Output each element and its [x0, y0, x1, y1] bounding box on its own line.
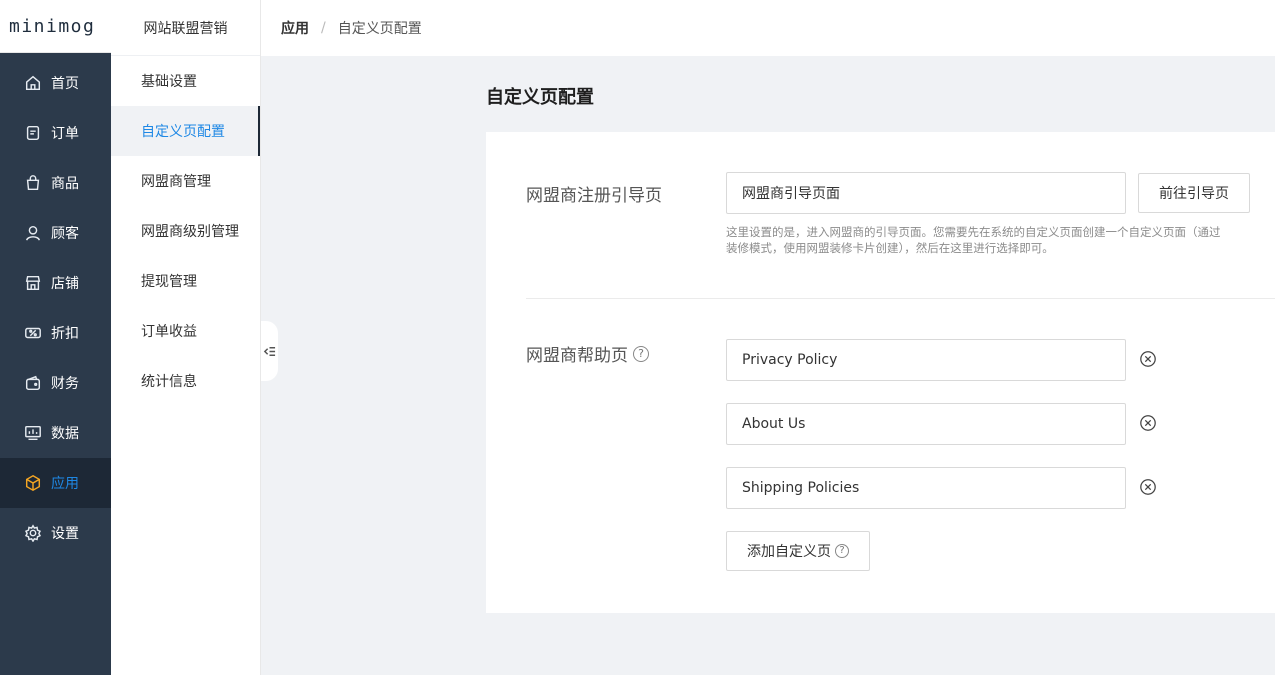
- nav-label: 商品: [51, 176, 79, 192]
- nav-label: 首页: [51, 76, 79, 92]
- logo-text: minimog: [9, 15, 96, 37]
- help-page-label-text: 网盟商帮助页: [526, 346, 628, 366]
- register-page-label-text: 网盟商注册引导页: [526, 186, 662, 206]
- order-icon: [23, 123, 43, 143]
- help-page-input-2[interactable]: [726, 403, 1126, 445]
- submenu-list: 基础设置 自定义页配置 网盟商管理 网盟商级别管理 提现管理 订单收益 统计信息: [111, 56, 260, 406]
- remove-circle-icon[interactable]: [1138, 477, 1158, 497]
- register-page-label: 网盟商注册引导页: [526, 181, 662, 206]
- cube-icon: [23, 473, 43, 493]
- submenu-item-withdrawal-management[interactable]: 提现管理: [111, 256, 260, 306]
- submenu-item-basic-settings[interactable]: 基础设置: [111, 56, 260, 106]
- nav-label: 订单: [51, 126, 79, 142]
- nav-label: 店铺: [51, 276, 79, 292]
- wallet-icon: [23, 373, 43, 393]
- main-sidebar: minimog 首页 订单 商品 顾客 店铺 折扣 财务 数据 应用 设置: [0, 0, 111, 675]
- add-custom-page-button[interactable]: 添加自定义页 ?: [726, 531, 870, 571]
- add-custom-page-label: 添加自定义页: [747, 544, 831, 560]
- nav-item-data[interactable]: 数据: [0, 408, 111, 458]
- chart-icon: [23, 423, 43, 443]
- home-icon: [23, 73, 43, 93]
- submenu-item-affiliate-management[interactable]: 网盟商管理: [111, 156, 260, 206]
- nav-label: 折扣: [51, 326, 79, 342]
- submenu-item-affiliate-level-management[interactable]: 网盟商级别管理: [111, 206, 260, 256]
- collapse-icon: [263, 346, 276, 356]
- nav-item-home[interactable]: 首页: [0, 58, 111, 108]
- nav-item-discount[interactable]: 折扣: [0, 308, 111, 358]
- question-icon[interactable]: ?: [633, 345, 649, 362]
- store-icon: [23, 273, 43, 293]
- bag-icon: [23, 173, 43, 193]
- main-nav: 首页 订单 商品 顾客 店铺 折扣 财务 数据 应用 设置: [0, 53, 111, 558]
- nav-item-apps[interactable]: 应用: [0, 458, 111, 508]
- nav-item-products[interactable]: 商品: [0, 158, 111, 208]
- help-page-input-3[interactable]: [726, 467, 1126, 509]
- top-header: 应用 / 自定义页配置: [261, 0, 1275, 56]
- secondary-menu: 网站联盟营销 基础设置 自定义页配置 网盟商管理 网盟商级别管理 提现管理 订单…: [111, 0, 261, 675]
- collapse-menu-button[interactable]: [261, 321, 278, 381]
- nav-label: 顾客: [51, 226, 79, 242]
- nav-item-settings[interactable]: 设置: [0, 508, 111, 558]
- nav-label: 应用: [51, 476, 79, 492]
- submenu-item-statistics[interactable]: 统计信息: [111, 356, 260, 406]
- remove-circle-icon[interactable]: [1138, 413, 1158, 433]
- gear-icon: [23, 523, 43, 543]
- help-page-input-1[interactable]: [726, 339, 1126, 381]
- config-card: 网盟商注册引导页 前往引导页 这里设置的是，进入网盟商的引导页面。您需要先在系统…: [486, 132, 1275, 613]
- nav-item-orders[interactable]: 订单: [0, 108, 111, 158]
- submenu-item-custom-page-config[interactable]: 自定义页配置: [111, 106, 260, 156]
- nav-item-customers[interactable]: 顾客: [0, 208, 111, 258]
- discount-icon: [23, 323, 43, 343]
- page-title: 自定义页配置: [486, 87, 594, 108]
- submenu-item-order-earnings[interactable]: 订单收益: [111, 306, 260, 356]
- nav-label: 数据: [51, 426, 79, 442]
- logo[interactable]: minimog: [0, 0, 111, 53]
- register-page-hint: 这里设置的是，进入网盟商的引导页面。您需要先在系统的自定义页面创建一个自定义页面…: [726, 225, 1221, 255]
- nav-item-store[interactable]: 店铺: [0, 258, 111, 308]
- nav-label: 设置: [51, 526, 79, 542]
- remove-circle-icon[interactable]: [1138, 349, 1158, 369]
- nav-label: 财务: [51, 376, 79, 392]
- submenu-title: 网站联盟营销: [111, 0, 260, 56]
- help-page-label: 网盟商帮助页 ?: [526, 341, 649, 366]
- section-divider: [526, 298, 1275, 299]
- breadcrumb-parent[interactable]: 应用: [281, 18, 309, 38]
- app-root: minimog 首页 订单 商品 顾客 店铺 折扣 财务 数据 应用 设置 网站…: [0, 0, 1275, 675]
- go-to-guide-page-button[interactable]: 前往引导页: [1138, 173, 1250, 213]
- user-icon: [23, 223, 43, 243]
- question-icon: ?: [835, 544, 849, 558]
- breadcrumb-separator: /: [321, 20, 326, 36]
- nav-item-finance[interactable]: 财务: [0, 358, 111, 408]
- register-page-input[interactable]: [726, 172, 1126, 214]
- breadcrumb-current: 自定义页配置: [337, 21, 422, 37]
